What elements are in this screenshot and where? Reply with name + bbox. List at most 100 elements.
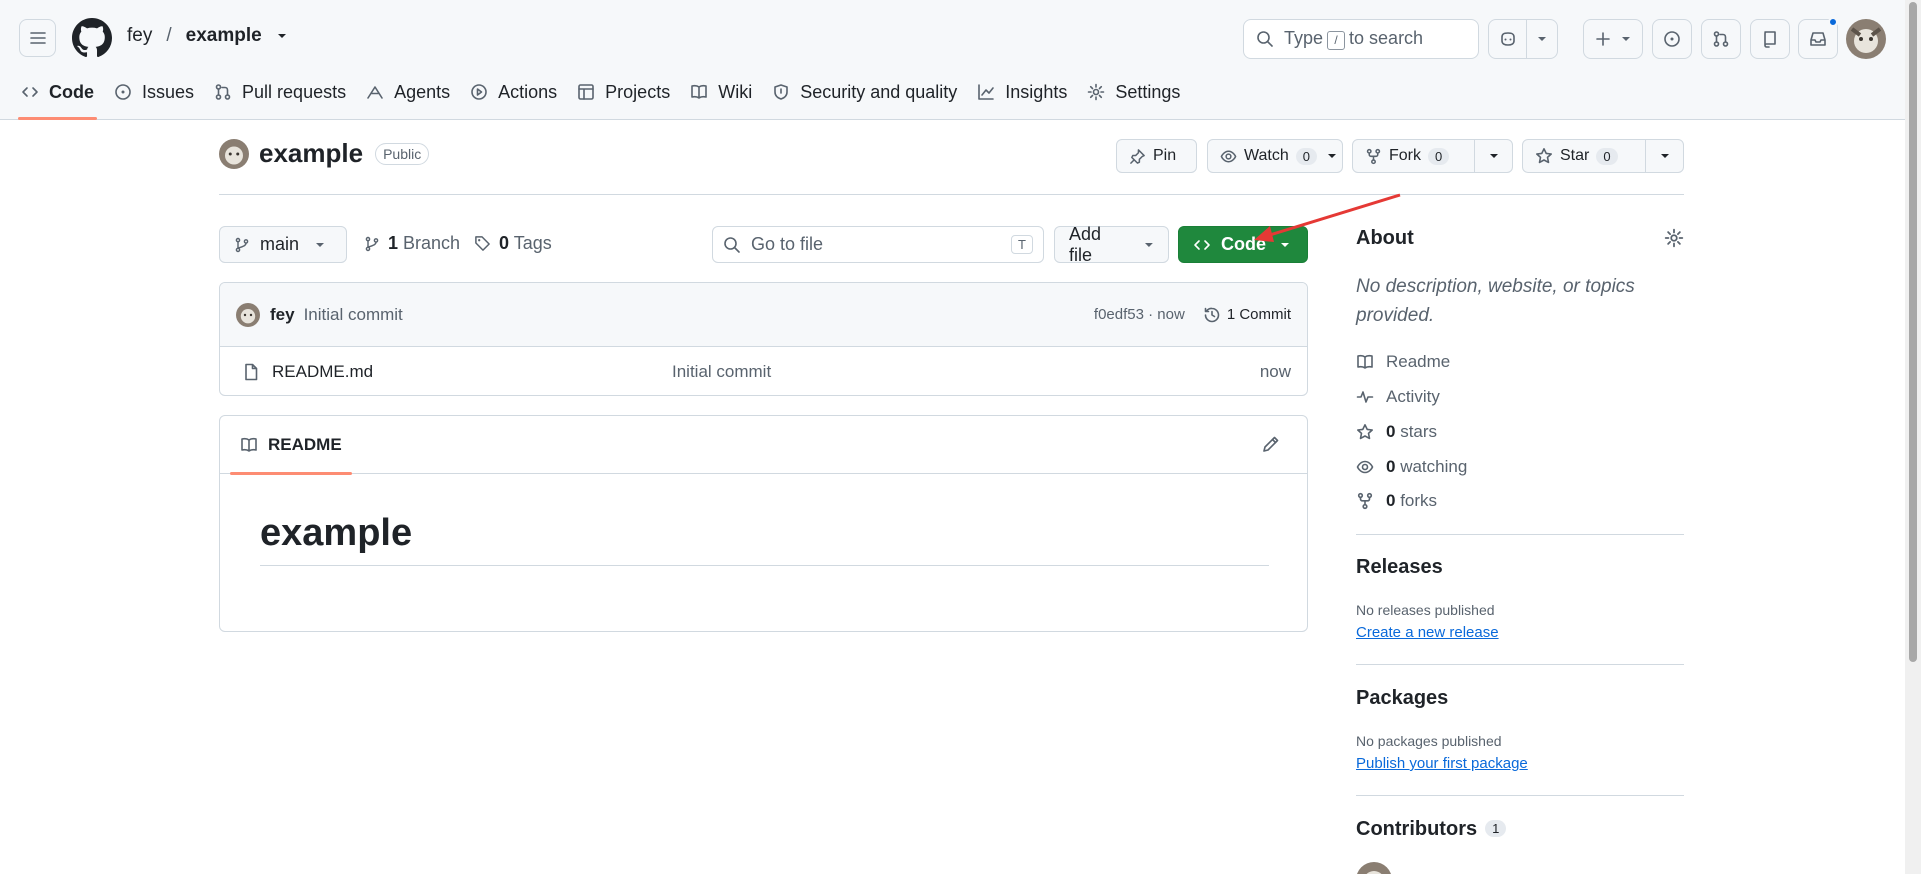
user-avatar[interactable] [1846, 19, 1886, 59]
stars-link[interactable]: 0 stars [1356, 422, 1437, 442]
owner-avatar[interactable] [219, 138, 249, 169]
tab-readme[interactable]: README [230, 416, 352, 475]
fork-label: Fork [1389, 147, 1421, 164]
releases-heading[interactable]: Releases [1356, 556, 1443, 579]
repo-forked-icon [1357, 492, 1373, 510]
table-icon [578, 84, 594, 100]
your-pull-requests-button[interactable] [1701, 19, 1741, 59]
inbox-icon [1810, 32, 1826, 46]
watch-button[interactable]: Watch 0 [1207, 139, 1343, 173]
commit-author-avatar[interactable] [236, 302, 260, 327]
readme-heading: example [260, 512, 1269, 566]
search-placeholder: Type / to search [1284, 28, 1423, 50]
agents-icon [367, 86, 383, 99]
watch-count: 0 [1295, 147, 1317, 165]
repo-forked-icon [1366, 148, 1381, 164]
global-header: fey / example Type / to search Code Issu… [0, 0, 1905, 120]
tab-code[interactable]: Code [12, 72, 103, 120]
commit-message[interactable]: Initial commit [304, 305, 403, 325]
add-file-label: Add file [1069, 223, 1102, 265]
tab-insights-label: Insights [1005, 81, 1068, 102]
star-icon [1357, 424, 1373, 440]
tab-settings[interactable]: Settings [1078, 72, 1189, 112]
readme-link[interactable]: Readme [1356, 352, 1450, 372]
breadcrumb: fey / example [127, 25, 288, 47]
tab-actions[interactable]: Actions [461, 72, 566, 112]
repo-title: example Public [219, 138, 430, 169]
copilot-button[interactable] [1488, 19, 1558, 59]
plus-icon [1596, 32, 1610, 46]
contributors-count: 1 [1485, 820, 1507, 837]
history-icon [1204, 307, 1220, 322]
file-commit-message[interactable]: Initial commit [672, 362, 771, 382]
branch-count-label: Branch [403, 233, 461, 253]
branch-selector[interactable]: main [219, 226, 347, 263]
star-label: Star [1560, 147, 1590, 164]
tab-wiki[interactable]: Wiki [681, 72, 761, 112]
github-logo-icon[interactable] [72, 18, 112, 58]
pencil-icon [1263, 436, 1279, 452]
breadcrumb-owner[interactable]: fey [127, 25, 152, 47]
page-scrollbar[interactable] [1905, 0, 1921, 874]
sidebar-divider [1356, 534, 1684, 535]
activity-link[interactable]: Activity [1356, 387, 1440, 407]
fork-dropdown[interactable] [1474, 140, 1512, 172]
create-release-link[interactable]: Create a new release [1356, 624, 1499, 641]
publish-package-link[interactable]: Publish your first package [1356, 755, 1528, 772]
book-icon [1357, 354, 1373, 369]
pin-label: Pin [1153, 147, 1177, 164]
avatar-image [1357, 862, 1391, 874]
fork-count: 0 [1428, 147, 1450, 165]
tab-issues[interactable]: Issues [105, 72, 203, 112]
tab-security[interactable]: Security and quality [763, 72, 966, 112]
edit-readme-button[interactable] [1261, 434, 1281, 454]
branches-link[interactable]: 1 Branch [364, 233, 460, 254]
tab-insights[interactable]: Insights [968, 72, 1076, 112]
tab-projects[interactable]: Projects [568, 72, 679, 112]
edit-about-button[interactable] [1664, 228, 1684, 248]
create-new-button[interactable] [1583, 19, 1643, 59]
file-name-link[interactable]: README.md [272, 362, 672, 382]
star-button[interactable]: Star 0 [1522, 139, 1684, 173]
chevron-down-icon [1538, 37, 1546, 41]
packages-heading[interactable]: Packages [1356, 687, 1448, 710]
pin-button[interactable]: Pin [1116, 139, 1197, 173]
menu-button[interactable] [19, 19, 56, 57]
latest-commit-row: fey Initial commit f0edf53 · now 1 Commi… [220, 283, 1307, 347]
code-icon [22, 87, 38, 97]
stars-count: 0 [1386, 422, 1396, 441]
your-issues-button[interactable] [1652, 19, 1692, 59]
chevron-down-icon[interactable] [276, 30, 288, 42]
commit-hash-time[interactable]: f0edf53 · now [1094, 306, 1185, 323]
chevron-down-icon[interactable] [1327, 151, 1337, 161]
tab-pull-requests[interactable]: Pull requests [205, 72, 355, 112]
readme-header: README [220, 416, 1307, 475]
commit-author[interactable]: fey [270, 305, 295, 325]
search-input[interactable]: Type / to search [1243, 19, 1479, 59]
graph-icon [978, 84, 995, 100]
go-to-file-input[interactable]: Go to file T [712, 226, 1044, 263]
contributors-heading[interactable]: Contributors 1 [1356, 818, 1507, 841]
git-pull-request-icon [1713, 31, 1729, 47]
tags-link[interactable]: 0 Tags [474, 233, 552, 254]
breadcrumb-repo[interactable]: example [186, 25, 262, 47]
repo-nav: Code Issues Pull requests Agents Actions… [12, 72, 1191, 120]
tab-actions-label: Actions [498, 81, 558, 102]
unread-notification-dot [1828, 17, 1838, 27]
gear-icon [1664, 228, 1684, 248]
repo-name-link[interactable]: example [259, 138, 363, 169]
avatar-image [236, 302, 260, 327]
contributor-avatar[interactable] [1356, 862, 1392, 874]
tab-security-label: Security and quality [800, 81, 958, 102]
star-list-dropdown[interactable] [1645, 140, 1683, 172]
packages-empty-text: No packages published [1356, 733, 1502, 749]
add-file-button[interactable]: Add file [1054, 223, 1169, 265]
commit-history-link[interactable]: 1 Commit [1203, 306, 1291, 324]
scrollbar-thumb[interactable] [1909, 2, 1917, 662]
chevron-down-icon [1489, 154, 1498, 158]
tab-agents[interactable]: Agents [357, 72, 459, 112]
forks-link[interactable]: 0 forks [1356, 491, 1437, 511]
watching-link[interactable]: 0 watching [1356, 457, 1467, 477]
fork-button[interactable]: Fork 0 [1352, 139, 1513, 173]
repositories-button[interactable] [1750, 19, 1790, 59]
